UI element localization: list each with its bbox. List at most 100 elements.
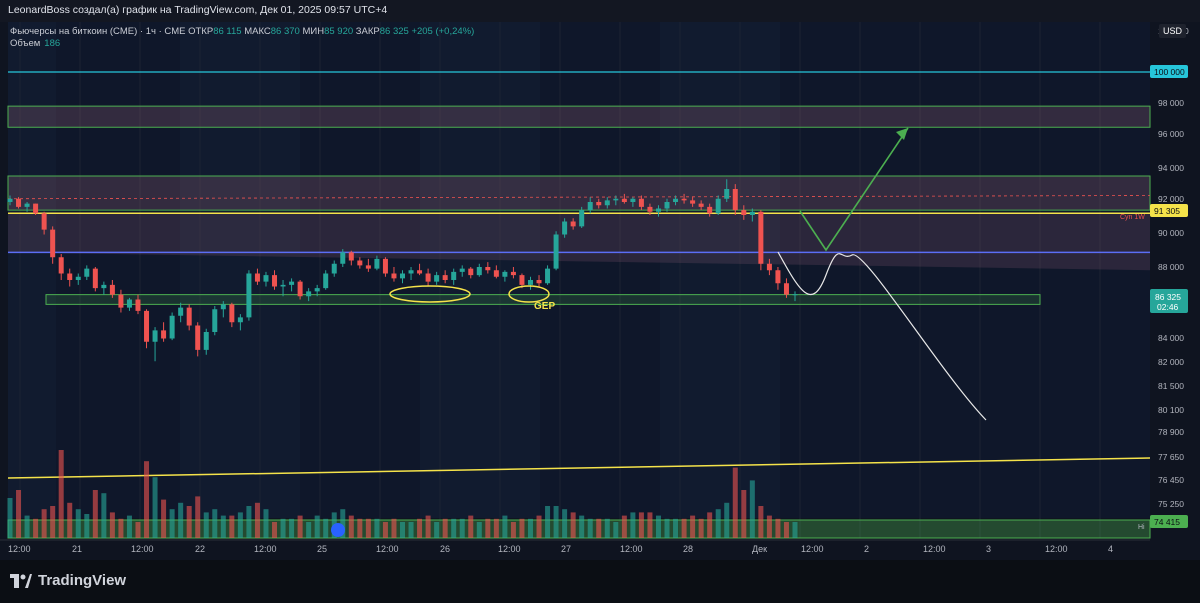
volume-bar [749, 480, 755, 538]
volume-bar [485, 518, 491, 538]
y-tick-label: 84 000 [1158, 333, 1184, 343]
close-label: ЗАКР [355, 26, 380, 37]
volume-bar [562, 509, 568, 538]
volume-bar [527, 518, 533, 538]
volume-bar [510, 522, 516, 538]
tradingview-brand[interactable]: TradingView [10, 572, 126, 589]
x-tick-label: 12:00 [620, 544, 643, 554]
candle-body [314, 288, 320, 292]
x-tick-label: 12:00 [1045, 544, 1068, 554]
candle-body [263, 275, 269, 282]
volume-bar [681, 518, 687, 538]
candle-body [195, 325, 201, 350]
low-label: МИН [302, 26, 325, 37]
volume-bar [673, 518, 679, 538]
x-tick-label: 26 [440, 544, 450, 554]
candle-body [16, 198, 22, 207]
volume-bar [135, 522, 141, 538]
volume-bar [647, 512, 653, 538]
top-bar: LeonardBoss создал(а) график на TradingV… [0, 0, 1200, 22]
candle-body [50, 229, 56, 258]
session-band [300, 22, 420, 518]
volume-bar [33, 518, 39, 538]
volume-bar [758, 506, 764, 538]
x-tick-label: 4 [1108, 544, 1113, 554]
tradingview-logo-icon [10, 573, 32, 588]
volume-label: Объем [10, 38, 41, 49]
x-tick-label: 25 [317, 544, 327, 554]
candle-body [400, 273, 405, 279]
y-tick-label: 90 000 [1158, 228, 1184, 238]
candle-body [476, 267, 482, 276]
chart-area[interactable]: GEP102 00098 00096 00094 00092 00090 000… [0, 22, 1200, 560]
candle-body [493, 270, 499, 277]
candle-body [126, 299, 132, 308]
volume-bar [417, 518, 423, 538]
candle-body [246, 273, 252, 318]
candle-body [272, 275, 278, 287]
session-band [56, 22, 180, 518]
volume-bar [442, 518, 448, 538]
candle-body [306, 291, 312, 297]
candle-body [485, 267, 491, 271]
cyn-label: Cyn 1W [1120, 214, 1145, 221]
volume-bar [272, 522, 278, 538]
candle-body [707, 206, 713, 214]
volume-bar [24, 515, 30, 538]
volume-bar [604, 518, 610, 538]
volume-bar [783, 522, 789, 538]
candle-body [579, 210, 585, 227]
candle-body [84, 268, 90, 277]
volume-bar [468, 515, 474, 538]
session-band [540, 22, 660, 518]
last-price-label: 86 325 [1155, 292, 1181, 302]
volume-bar [50, 506, 56, 538]
candle-body [237, 317, 243, 323]
volume-bar [84, 514, 90, 538]
candle-body [408, 270, 414, 274]
price-tag-volume: 74 415 [1154, 517, 1180, 527]
candle-body [587, 202, 593, 211]
y-tick-label: 98 000 [1158, 98, 1184, 108]
x-tick-label: 12:00 [376, 544, 399, 554]
countdown-label: 02:46 [1157, 302, 1179, 312]
candle-body [545, 268, 551, 284]
candle-body [783, 283, 789, 295]
volume-bar [67, 502, 73, 538]
volume-bar [195, 496, 201, 538]
volume-bar [638, 512, 644, 538]
candle-body [297, 281, 303, 297]
symbol-name[interactable]: Фьючерсы на биткоин (CME) · 1ч · CME [10, 26, 186, 37]
candle-body [655, 208, 661, 212]
volume-bar [630, 512, 636, 538]
high-label: МАКС [244, 26, 271, 37]
bottom-bar [0, 560, 1200, 603]
candle-body [673, 198, 679, 202]
volume-bar [374, 518, 380, 538]
volume-bar [357, 518, 363, 538]
volume-bar [434, 522, 440, 538]
price-tag-91305: 91 305 [1154, 206, 1180, 216]
volume-bar [451, 518, 457, 538]
x-tick-label: 12:00 [131, 544, 154, 554]
replay-icon[interactable] [331, 523, 345, 537]
volume-bar [613, 522, 619, 538]
x-tick-label: 12:00 [8, 544, 31, 554]
volume-bar [545, 506, 551, 538]
candle-body [178, 307, 184, 316]
candle-body [681, 198, 687, 201]
x-tick-label: 21 [72, 544, 82, 554]
x-tick-label: 27 [561, 544, 571, 554]
candle-body [75, 276, 81, 280]
price-chart[interactable]: GEP102 00098 00096 00094 00092 00090 000… [0, 22, 1200, 560]
volume-bar [741, 490, 747, 538]
open-value: 86 115 [213, 26, 242, 37]
candle-body [323, 273, 329, 289]
candle-body [348, 252, 354, 261]
candle-body [459, 268, 465, 272]
volume-bar [519, 518, 525, 538]
volume-bar [237, 512, 243, 538]
candle-body [630, 198, 636, 202]
candle-body [613, 198, 619, 201]
currency-selector[interactable]: USD [1158, 24, 1186, 38]
